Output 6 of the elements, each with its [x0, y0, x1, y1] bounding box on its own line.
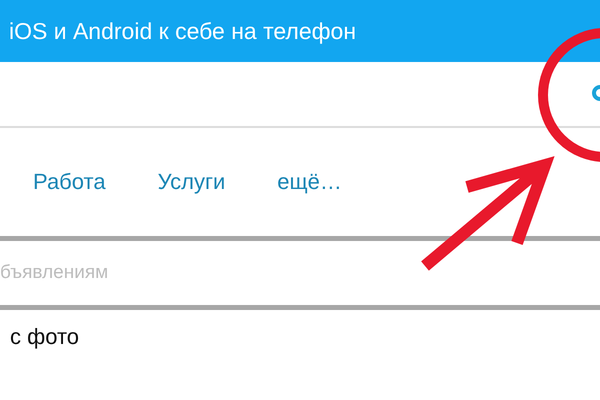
nav-link[interactable]: Работа — [33, 169, 106, 195]
nav-link[interactable]: Услуги — [158, 169, 226, 195]
header-title: iOS и Android к себе на телефон — [9, 18, 356, 44]
photo-filter-label[interactable]: с фото — [10, 324, 80, 349]
nav-link[interactable]: ещё… — [277, 169, 342, 195]
search-field[interactable]: бъявлениям — [0, 262, 400, 284]
